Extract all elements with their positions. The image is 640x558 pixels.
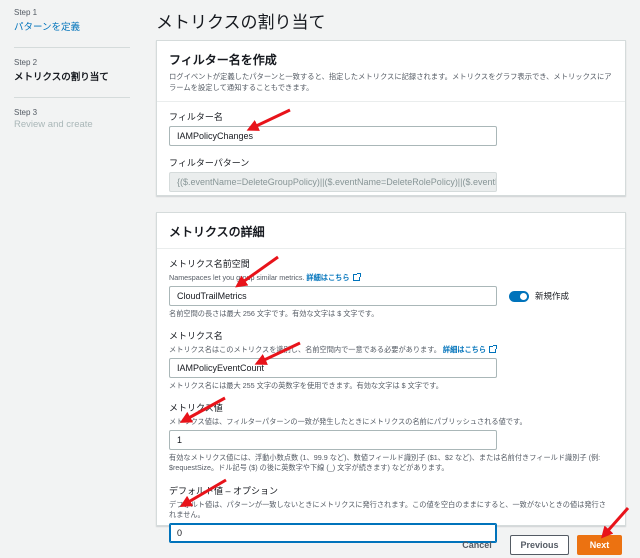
next-button[interactable]: Next — [577, 535, 622, 555]
filter-panel-header: フィルター名を作成 ログイベントが定義したパターンと一致すると、指定したメトリク… — [157, 41, 625, 103]
filter-name-input[interactable]: IAMPolicyChanges — [169, 126, 497, 147]
external-link-icon — [489, 345, 498, 354]
step-2-number: Step 2 — [14, 58, 38, 67]
namespace-field: メトリクス名前空間 Namespaces let you group simil… — [169, 257, 613, 319]
create-new-toggle[interactable] — [509, 290, 529, 302]
filter-pattern-input: {($.eventName=DeleteGroupPolicy)||($.eve… — [169, 172, 497, 193]
create-new-label: 新規作成 — [535, 291, 570, 302]
metric-value-field: メトリクス値 メトリクス値は、フィルターパターンの一致が発生したときにメトリクス… — [169, 401, 613, 473]
step-1-number: Step 1 — [14, 8, 38, 17]
namespace-row: CloudTrailMetrics 新規作成 — [169, 286, 613, 307]
metric-panel-title: メトリクスの詳細 — [169, 225, 265, 239]
namespace-description: Namespaces let you group similar metrics… — [169, 273, 613, 283]
metric-panel-body: メトリクス名前空間 Namespaces let you group simil… — [157, 249, 625, 551]
default-value-input[interactable]: 0 — [169, 522, 497, 543]
step-3: Step 3 Review and create — [14, 108, 150, 130]
step-divider — [14, 47, 130, 48]
default-value-label: デフォルト値 – オプション — [169, 485, 279, 496]
page-title: メトリクスの割り当て — [156, 13, 326, 32]
metric-name-label: メトリクス名 — [169, 331, 223, 342]
metric-name-learn-more-link[interactable]: 詳細はこちら — [443, 345, 486, 354]
filter-panel-title: フィルター名を作成 — [169, 53, 277, 67]
filter-name-label: フィルター名 — [169, 112, 223, 123]
step-2-label: メトリクスの割り当て — [14, 72, 109, 83]
default-value-description: デフォルト値は、パターンが一致しないときにメトリクスに発行されます。この値を空白… — [169, 499, 606, 519]
filter-panel-description: ログイベントが定義したパターンと一致すると、指定したメトリクスに記録されます。メ… — [169, 72, 612, 92]
metric-name-input[interactable]: IAMPolicyEventCount — [169, 358, 497, 379]
filter-name-panel: フィルター名を作成 ログイベントが定義したパターンと一致すると、指定したメトリク… — [156, 40, 626, 196]
metric-name-hint: メトリクス名には最大 255 文字の英数字を使用できます。有効な文字は $ 文字… — [169, 381, 443, 391]
previous-button[interactable]: Previous — [510, 535, 569, 555]
metric-name-desc-text: メトリクス名はこのメトリクスを識別し、名前空間内で一意である必要があります。 — [169, 345, 441, 355]
step-1[interactable]: Step 1 パターンを定義 — [14, 8, 150, 33]
namespace-learn-more-link[interactable]: 詳細はこちら — [306, 273, 349, 282]
metric-value-input[interactable]: 1 — [169, 430, 497, 451]
metric-name-field: メトリクス名 メトリクス名はこのメトリクスを識別し、名前空間内で一意である必要が… — [169, 329, 613, 391]
wizard-steps: Step 1 パターンを定義 Step 2 メトリクスの割り当て Step 3 … — [0, 0, 150, 558]
namespace-desc-text: Namespaces let you group similar metrics… — [169, 273, 305, 282]
step-1-link[interactable]: パターンを定義 — [14, 19, 150, 33]
namespace-label: メトリクス名前空間 — [169, 259, 250, 269]
filter-name-field: フィルター名 IAMPolicyChanges — [169, 110, 613, 147]
metric-details-panel: メトリクスの詳細 メトリクス名前空間 Namespaces let you gr… — [156, 212, 626, 543]
metric-panel-header: メトリクスの詳細 — [157, 213, 625, 249]
metric-name-description: メトリクス名はこのメトリクスを識別し、名前空間内で一意である必要があります。 詳… — [169, 345, 613, 355]
step-2: Step 2 メトリクスの割り当て — [14, 58, 150, 83]
filter-pattern-field: フィルターパターン {($.eventName=DeleteGroupPolic… — [169, 156, 613, 193]
namespace-input[interactable]: CloudTrailMetrics — [169, 286, 497, 307]
filter-pattern-label: フィルターパターン — [169, 158, 250, 169]
external-link-icon — [352, 273, 361, 281]
metric-value-description: メトリクス値は、フィルターパターンの一致が発生したときにメトリクスの名前にパブリ… — [169, 417, 527, 427]
filter-panel-body: フィルター名 IAMPolicyChanges フィルターパターン {($.ev… — [157, 102, 625, 210]
metric-value-hint: 有効なメトリクス値には、浮動小数点数 (1、99.9 など)、数値フィールド識別… — [169, 453, 601, 473]
metric-value-label: メトリクス値 — [169, 403, 223, 414]
step-divider — [14, 97, 130, 98]
cancel-button[interactable]: Cancel — [455, 535, 499, 555]
step-3-label: Review and create — [14, 119, 93, 130]
step-3-number: Step 3 — [14, 108, 38, 117]
default-value-field: デフォルト値 – オプション デフォルト値は、パターンが一致しないときにメトリク… — [169, 484, 613, 543]
namespace-hint: 名前空間の長さは最大 256 文字です。有効な文字は $ 文字です。 — [169, 309, 379, 319]
